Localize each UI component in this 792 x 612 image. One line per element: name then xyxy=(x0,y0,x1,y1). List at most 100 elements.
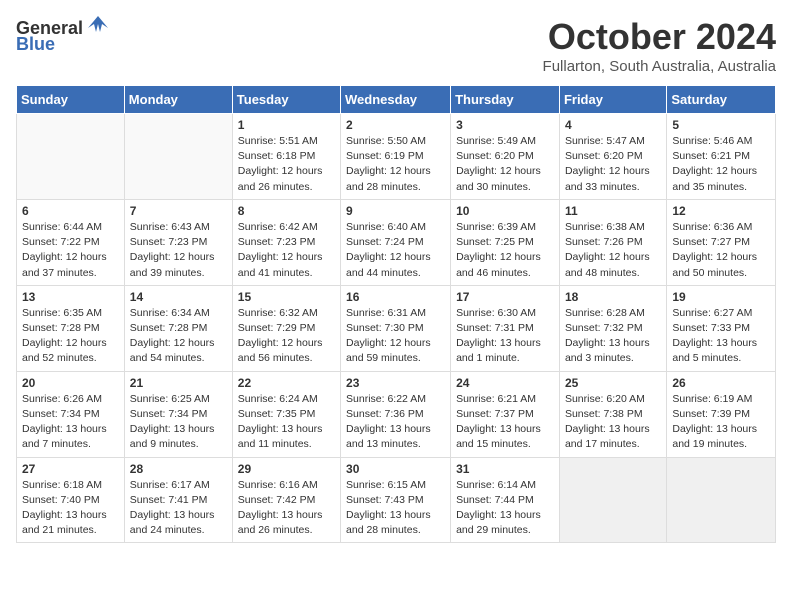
calendar-day-cell: 17Sunrise: 6:30 AMSunset: 7:31 PMDayligh… xyxy=(451,285,560,371)
day-info: Sunrise: 6:22 AMSunset: 7:36 PMDaylight:… xyxy=(346,392,445,453)
day-number: 4 xyxy=(565,118,661,132)
day-number: 3 xyxy=(456,118,554,132)
calendar-day-cell: 7 Sunrise: 6:43 AMSunset: 7:23 PMDaylight… xyxy=(124,199,232,285)
day-info: Sunrise: 6:27 AMSunset: 7:33 PMDaylight:… xyxy=(672,306,770,367)
day-number: 10 xyxy=(456,204,554,218)
calendar-day-cell: 30 Sunrise: 6:15 AMSunset: 7:43 PMDayligh… xyxy=(341,457,451,543)
day-info: Sunrise: 6:35 AMSunset: 7:28 PMDaylight:… xyxy=(22,306,119,367)
calendar-day-header: Friday xyxy=(559,86,666,114)
calendar-week-row: 6 Sunrise: 6:44 AMSunset: 7:22 PMDaylight… xyxy=(17,199,776,285)
day-info: Sunrise: 5:46 AMSunset: 6:21 PMDaylight:… xyxy=(672,134,770,195)
title-section: October 2024 Fullarton, South Australia,… xyxy=(543,16,776,75)
calendar-day-cell: 14Sunrise: 6:34 AMSunset: 7:28 PMDayligh… xyxy=(124,285,232,371)
day-info: Sunrise: 5:50 AMSunset: 6:19 PMDaylight:… xyxy=(346,134,445,195)
calendar-day-cell: 24Sunrise: 6:21 AMSunset: 7:37 PMDayligh… xyxy=(451,371,560,457)
day-number: 11 xyxy=(565,204,661,218)
day-info: Sunrise: 6:42 AMSunset: 7:23 PMDaylight:… xyxy=(238,220,335,281)
calendar-week-row: 27 Sunrise: 6:18 AMSunset: 7:40 PMDayligh… xyxy=(17,457,776,543)
day-number: 13 xyxy=(22,290,119,304)
day-number: 18 xyxy=(565,290,661,304)
day-info: Sunrise: 6:43 AMSunset: 7:23 PMDaylight:… xyxy=(130,220,227,281)
day-number: 31 xyxy=(456,462,554,476)
calendar-day-cell: 16 Sunrise: 6:31 AMSunset: 7:30 PMDayligh… xyxy=(341,285,451,371)
day-info: Sunrise: 6:25 AMSunset: 7:34 PMDaylight:… xyxy=(130,392,227,453)
calendar-day-cell: 12 Sunrise: 6:36 AMSunset: 7:27 PMDayligh… xyxy=(667,199,776,285)
day-info: Sunrise: 6:15 AMSunset: 7:43 PMDaylight:… xyxy=(346,478,445,539)
day-number: 7 xyxy=(130,204,227,218)
calendar-day-cell: 11 Sunrise: 6:38 AMSunset: 7:26 PMDayligh… xyxy=(559,199,666,285)
day-number: 23 xyxy=(346,376,445,390)
calendar-day-cell: 3 Sunrise: 5:49 AMSunset: 6:20 PMDaylight… xyxy=(451,114,560,200)
calendar-day-header: Sunday xyxy=(17,86,125,114)
day-info: Sunrise: 6:28 AMSunset: 7:32 PMDaylight:… xyxy=(565,306,661,367)
day-info: Sunrise: 6:38 AMSunset: 7:26 PMDaylight:… xyxy=(565,220,661,281)
calendar-day-cell: 23 Sunrise: 6:22 AMSunset: 7:36 PMDayligh… xyxy=(341,371,451,457)
calendar-day-cell: 21 Sunrise: 6:25 AMSunset: 7:34 PMDayligh… xyxy=(124,371,232,457)
calendar-day-cell xyxy=(17,114,125,200)
logo-bird-icon xyxy=(84,12,112,40)
logo: General Blue xyxy=(16,16,112,55)
page-header: General Blue October 2024 Fullarton, Sou… xyxy=(16,16,776,75)
calendar-day-header: Thursday xyxy=(451,86,560,114)
day-info: Sunrise: 6:31 AMSunset: 7:30 PMDaylight:… xyxy=(346,306,445,367)
calendar-day-cell: 25Sunrise: 6:20 AMSunset: 7:38 PMDayligh… xyxy=(559,371,666,457)
day-number: 1 xyxy=(238,118,335,132)
month-title: October 2024 xyxy=(543,16,776,58)
calendar-day-cell: 15 Sunrise: 6:32 AMSunset: 7:29 PMDayligh… xyxy=(232,285,340,371)
day-number: 26 xyxy=(672,376,770,390)
calendar-day-cell: 2 Sunrise: 5:50 AMSunset: 6:19 PMDaylight… xyxy=(341,114,451,200)
day-info: Sunrise: 5:49 AMSunset: 6:20 PMDaylight:… xyxy=(456,134,554,195)
calendar-day-cell: 19 Sunrise: 6:27 AMSunset: 7:33 PMDayligh… xyxy=(667,285,776,371)
day-number: 6 xyxy=(22,204,119,218)
calendar-day-header: Saturday xyxy=(667,86,776,114)
day-info: Sunrise: 6:44 AMSunset: 7:22 PMDaylight:… xyxy=(22,220,119,281)
day-number: 27 xyxy=(22,462,119,476)
calendar-day-cell: 8 Sunrise: 6:42 AMSunset: 7:23 PMDaylight… xyxy=(232,199,340,285)
day-info: Sunrise: 5:51 AMSunset: 6:18 PMDaylight:… xyxy=(238,134,335,195)
day-info: Sunrise: 6:32 AMSunset: 7:29 PMDaylight:… xyxy=(238,306,335,367)
location-subtitle: Fullarton, South Australia, Australia xyxy=(543,58,776,75)
day-number: 22 xyxy=(238,376,335,390)
day-info: Sunrise: 6:26 AMSunset: 7:34 PMDaylight:… xyxy=(22,392,119,453)
day-number: 12 xyxy=(672,204,770,218)
calendar-week-row: 20 Sunrise: 6:26 AMSunset: 7:34 PMDayligh… xyxy=(17,371,776,457)
day-info: Sunrise: 6:19 AMSunset: 7:39 PMDaylight:… xyxy=(672,392,770,453)
calendar-day-cell: 9Sunrise: 6:40 AMSunset: 7:24 PMDaylight… xyxy=(341,199,451,285)
calendar-day-header: Monday xyxy=(124,86,232,114)
day-number: 2 xyxy=(346,118,445,132)
day-info: Sunrise: 6:17 AMSunset: 7:41 PMDaylight:… xyxy=(130,478,227,539)
day-number: 5 xyxy=(672,118,770,132)
calendar-day-cell: 5 Sunrise: 5:46 AMSunset: 6:21 PMDaylight… xyxy=(667,114,776,200)
day-number: 16 xyxy=(346,290,445,304)
calendar-day-cell: 18 Sunrise: 6:28 AMSunset: 7:32 PMDayligh… xyxy=(559,285,666,371)
day-info: Sunrise: 6:14 AMSunset: 7:44 PMDaylight:… xyxy=(456,478,554,539)
day-number: 9 xyxy=(346,204,445,218)
day-number: 21 xyxy=(130,376,227,390)
day-number: 17 xyxy=(456,290,554,304)
calendar-day-cell: 26 Sunrise: 6:19 AMSunset: 7:39 PMDayligh… xyxy=(667,371,776,457)
day-number: 28 xyxy=(130,462,227,476)
day-number: 20 xyxy=(22,376,119,390)
day-info: Sunrise: 5:47 AMSunset: 6:20 PMDaylight:… xyxy=(565,134,661,195)
calendar-day-cell xyxy=(559,457,666,543)
day-number: 30 xyxy=(346,462,445,476)
day-info: Sunrise: 6:18 AMSunset: 7:40 PMDaylight:… xyxy=(22,478,119,539)
calendar-week-row: 1 Sunrise: 5:51 AMSunset: 6:18 PMDaylight… xyxy=(17,114,776,200)
day-number: 29 xyxy=(238,462,335,476)
calendar-day-cell: 1 Sunrise: 5:51 AMSunset: 6:18 PMDaylight… xyxy=(232,114,340,200)
day-info: Sunrise: 6:21 AMSunset: 7:37 PMDaylight:… xyxy=(456,392,554,453)
calendar-day-cell: 13 Sunrise: 6:35 AMSunset: 7:28 PMDayligh… xyxy=(17,285,125,371)
calendar-week-row: 13 Sunrise: 6:35 AMSunset: 7:28 PMDayligh… xyxy=(17,285,776,371)
calendar-day-cell xyxy=(124,114,232,200)
day-number: 19 xyxy=(672,290,770,304)
calendar-day-cell: 6 Sunrise: 6:44 AMSunset: 7:22 PMDaylight… xyxy=(17,199,125,285)
day-number: 8 xyxy=(238,204,335,218)
day-number: 15 xyxy=(238,290,335,304)
logo-blue-text: Blue xyxy=(16,34,55,55)
day-info: Sunrise: 6:34 AMSunset: 7:28 PMDaylight:… xyxy=(130,306,227,367)
calendar-day-cell: 10Sunrise: 6:39 AMSunset: 7:25 PMDayligh… xyxy=(451,199,560,285)
day-info: Sunrise: 6:36 AMSunset: 7:27 PMDaylight:… xyxy=(672,220,770,281)
calendar-table: SundayMondayTuesdayWednesdayThursdayFrid… xyxy=(16,85,776,543)
calendar-day-cell xyxy=(667,457,776,543)
calendar-header-row: SundayMondayTuesdayWednesdayThursdayFrid… xyxy=(17,86,776,114)
